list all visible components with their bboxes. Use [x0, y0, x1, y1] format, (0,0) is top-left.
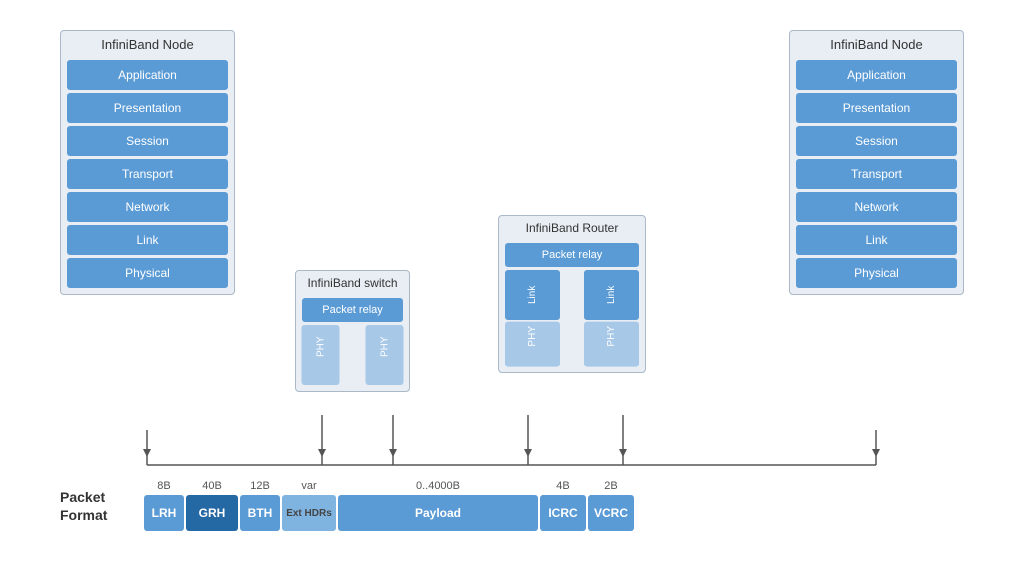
- router-link-right: Link: [584, 270, 639, 320]
- router-col-left: Link PHY: [505, 270, 560, 367]
- router-inner: Packet relay Link PHY Link PHY: [499, 240, 645, 373]
- right-layer-physical: Physical: [796, 258, 957, 288]
- size-ext: var: [282, 480, 336, 492]
- router-phy-left: PHY: [505, 322, 560, 367]
- pkt-payload: Payload: [338, 495, 538, 531]
- pkt-lrh: LRH: [144, 495, 184, 531]
- pkt-bth: BTH: [240, 495, 280, 531]
- left-layer-physical: Physical: [67, 258, 228, 288]
- left-node-title: InfiniBand Node: [61, 31, 234, 56]
- right-layer-stack: Application Presentation Session Transpo…: [790, 56, 963, 294]
- right-node-title: InfiniBand Node: [790, 31, 963, 56]
- router-title: InfiniBand Router: [499, 216, 645, 240]
- packet-format-label: PacketFormat: [60, 488, 130, 524]
- right-layer-session: Session: [796, 126, 957, 156]
- pkt-ext: Ext HDRs: [282, 495, 336, 531]
- ib-router: InfiniBand Router Packet relay Link PHY …: [498, 215, 646, 373]
- packet-row: LRH GRH BTH Ext HDRs Payload ICRC VCRC: [144, 495, 634, 531]
- switch-phy1: PHY: [302, 325, 340, 385]
- right-layer-transport: Transport: [796, 159, 957, 189]
- router-phy-right: PHY: [584, 322, 639, 367]
- left-layer-application: Application: [67, 60, 228, 90]
- size-icrc: 4B: [540, 480, 586, 492]
- router-packet-relay: Packet relay: [505, 243, 639, 267]
- pkt-vcrc: VCRC: [588, 495, 634, 531]
- diagram-container: InfiniBand Node Application Presentation…: [0, 0, 1024, 576]
- left-layer-presentation: Presentation: [67, 93, 228, 123]
- right-layer-network: Network: [796, 192, 957, 222]
- right-ib-node: InfiniBand Node Application Presentation…: [789, 30, 964, 295]
- pkt-grh: GRH: [186, 495, 238, 531]
- packet-format-section: PacketFormat 8B 40B 12B var 0..4000B 4B …: [60, 480, 1020, 531]
- switch-packet-relay: Packet relay: [302, 298, 403, 322]
- left-layer-transport: Transport: [67, 159, 228, 189]
- left-layer-network: Network: [67, 192, 228, 222]
- size-bth: 12B: [240, 480, 280, 492]
- size-grh: 40B: [186, 480, 238, 492]
- router-link-left: Link: [505, 270, 560, 320]
- left-layer-stack: Application Presentation Session Transpo…: [61, 56, 234, 294]
- pkt-icrc: ICRC: [540, 495, 586, 531]
- right-layer-application: Application: [796, 60, 957, 90]
- switch-phy-row: PHY PHY: [302, 325, 403, 385]
- size-vcrc: 2B: [588, 480, 634, 492]
- ib-switch: InfiniBand switch Packet relay PHY PHY: [295, 270, 410, 392]
- switch-phy2: PHY: [366, 325, 404, 385]
- size-lrh: 8B: [144, 480, 184, 492]
- left-ib-node: InfiniBand Node Application Presentation…: [60, 30, 235, 295]
- switch-inner: Packet relay PHY PHY: [296, 295, 409, 391]
- right-layer-link: Link: [796, 225, 957, 255]
- size-payload: 0..4000B: [338, 480, 538, 492]
- left-layer-session: Session: [67, 126, 228, 156]
- switch-title: InfiniBand switch: [296, 271, 409, 295]
- router-col-right: Link PHY: [584, 270, 639, 367]
- left-layer-link: Link: [67, 225, 228, 255]
- right-layer-presentation: Presentation: [796, 93, 957, 123]
- router-col-row: Link PHY Link PHY: [505, 270, 639, 367]
